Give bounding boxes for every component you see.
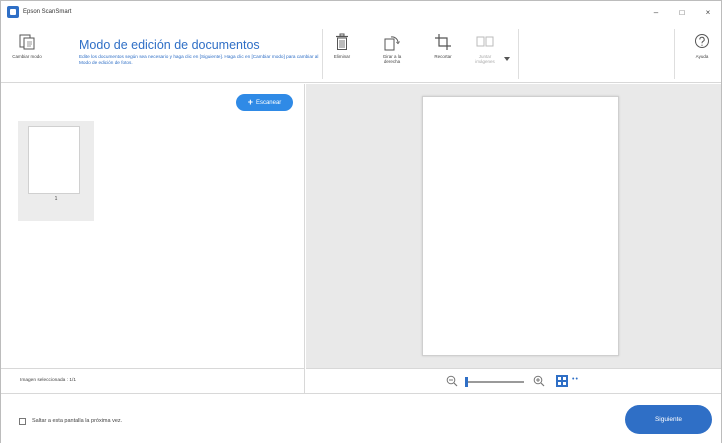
preview-pane xyxy=(306,84,721,368)
scan-button-label: Escanear xyxy=(255,99,282,106)
window-controls: – □ × xyxy=(643,1,721,23)
thumbnail-item[interactable]: 1 xyxy=(18,121,94,221)
change-mode-icon xyxy=(19,34,35,50)
merge-images-icon xyxy=(476,36,494,47)
help-label: Ayuda xyxy=(695,54,709,59)
minimize-button[interactable]: – xyxy=(643,1,669,23)
mode-description: Edite los documentos según sea necesario… xyxy=(79,54,319,66)
thumbnail-number: 1 xyxy=(54,196,58,202)
rotate-right-button[interactable]: Girar a la derecha xyxy=(379,33,405,64)
selected-image-status: Imagen seleccionada : 1/1 xyxy=(20,378,77,383)
next-button[interactable]: Siguiente xyxy=(625,405,712,434)
footer: Saltar a esta pantalla la próxima vez. S… xyxy=(1,393,721,443)
merge-images-label: Juntar imágenes xyxy=(475,54,495,64)
crop-button[interactable]: Recortar xyxy=(429,33,457,59)
close-button[interactable]: × xyxy=(695,1,721,23)
scan-button[interactable]: + Escanear xyxy=(236,94,293,111)
grid-view-icon[interactable] xyxy=(556,375,568,387)
preview-page xyxy=(422,96,619,356)
change-mode-label: Cambiar modo xyxy=(12,54,42,59)
rotate-right-label: Girar a la derecha xyxy=(382,54,402,64)
zoom-in-icon[interactable] xyxy=(533,375,545,387)
toolbar-divider xyxy=(674,29,675,79)
selection-status-bar: Imagen seleccionada : 1/1 xyxy=(1,368,305,393)
zoom-slider-handle[interactable] xyxy=(465,377,468,387)
crop-label: Recortar xyxy=(434,54,452,59)
skip-screen-label: Saltar a esta pantalla la próxima vez. xyxy=(32,418,123,424)
plus-icon: + xyxy=(247,97,253,107)
window-title: Epson ScanSmart xyxy=(23,9,72,15)
thumbnail-pane: + Escanear 1 xyxy=(1,84,305,368)
toolbar: Cambiar modo Modo de edición de document… xyxy=(1,23,721,83)
merge-dropdown-chevron-down-icon[interactable] xyxy=(504,57,510,61)
title-bar: Epson ScanSmart – □ × xyxy=(1,1,721,23)
help-button[interactable]: Ayuda xyxy=(691,33,713,59)
epson-scansmart-logo-icon xyxy=(7,6,19,18)
change-mode-button[interactable]: Cambiar modo xyxy=(9,33,45,59)
toolbar-divider xyxy=(322,29,323,79)
view-options-more-icon[interactable]: •• xyxy=(572,376,579,383)
maximize-button[interactable]: □ xyxy=(669,1,695,23)
zoom-bar: •• xyxy=(306,368,721,393)
mode-title: Modo de edición de documentos xyxy=(79,38,260,52)
crop-icon xyxy=(435,34,451,50)
trash-icon xyxy=(336,33,348,50)
rotate-right-icon xyxy=(384,36,400,51)
delete-label: Eliminar xyxy=(333,54,351,59)
thumbnail-page xyxy=(28,126,80,194)
merge-images-button[interactable]: Juntar imágenes xyxy=(469,33,501,64)
delete-button[interactable]: Eliminar xyxy=(331,33,353,59)
help-icon xyxy=(695,34,709,48)
zoom-slider-track[interactable] xyxy=(466,381,524,383)
app-window: Epson ScanSmart – □ × Cambiar modo Modo … xyxy=(0,0,722,443)
skip-screen-checkbox[interactable] xyxy=(19,418,26,425)
zoom-out-icon[interactable] xyxy=(446,375,458,387)
toolbar-divider xyxy=(518,29,519,79)
